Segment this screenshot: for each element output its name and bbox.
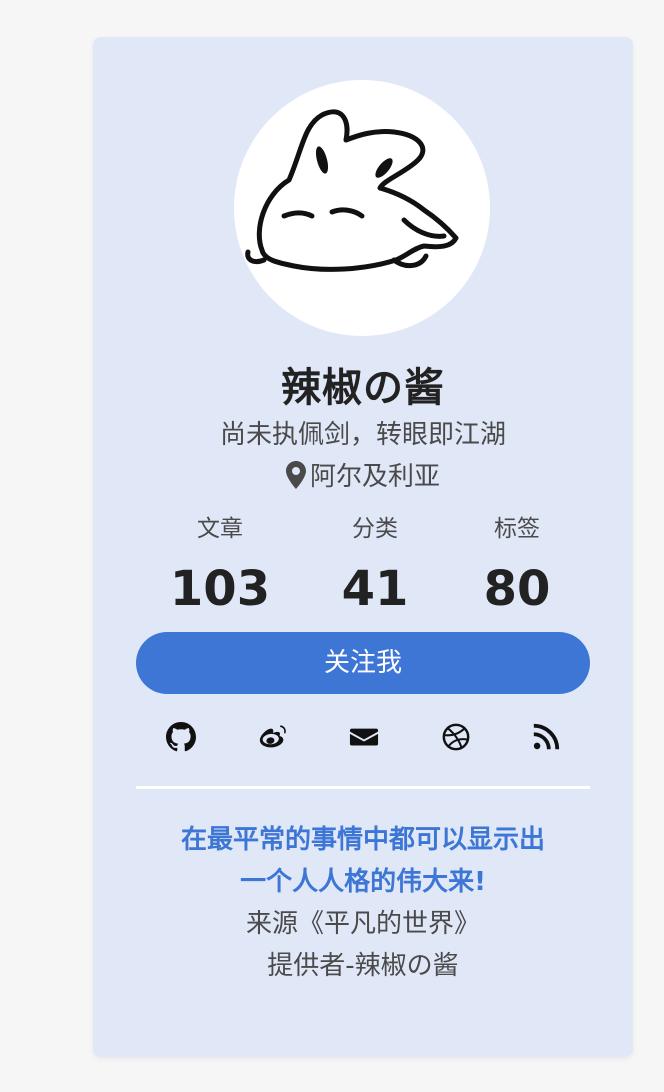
divider <box>136 786 590 789</box>
profile-motto: 尚未执佩剑，转眼即江湖 <box>219 420 506 450</box>
stat-tags[interactable]: 标签 80 <box>437 511 597 617</box>
social-links <box>136 720 590 754</box>
map-marker-icon <box>285 461 306 496</box>
location-text: 阿尔及利亚 <box>309 462 440 492</box>
stat-label: 文章 <box>197 516 243 542</box>
github-link[interactable] <box>164 720 198 754</box>
profile-name: 辣椒の酱 <box>281 365 445 411</box>
quote-line-1: 在最平常的事情中都可以显示出 <box>180 825 545 855</box>
quote-text: 在最平常的事情中都可以显示出 一个人人格的伟大来! <box>93 819 633 903</box>
quote-source: 来源《平凡的世界》 <box>245 909 480 939</box>
stat-value: 103 <box>169 561 271 617</box>
stat-label: 分类 <box>352 516 398 542</box>
stat-categories[interactable]: 分类 41 <box>295 511 455 617</box>
avatar[interactable] <box>234 80 490 336</box>
quote-source-block: 来源《平凡的世界》 提供者-辣椒の酱 <box>93 903 633 987</box>
dribbble-icon <box>442 723 470 751</box>
quote-line-2: 一个人人格的伟大来! <box>240 867 486 897</box>
github-icon <box>166 722 196 752</box>
rss-icon <box>533 723 560 750</box>
email-link[interactable] <box>347 720 381 754</box>
stat-articles[interactable]: 文章 103 <box>140 511 300 617</box>
profile-location: 阿尔及利亚 <box>93 456 633 496</box>
profile-card: 辣椒の酱 尚未执佩剑，转眼即江湖 阿尔及利亚 文章 103 分类 41 标签 8… <box>93 37 633 1057</box>
rabbit-avatar-icon <box>245 109 459 272</box>
rss-link[interactable] <box>529 720 563 754</box>
stat-value: 41 <box>341 561 409 617</box>
stat-value: 80 <box>483 561 551 617</box>
weibo-link[interactable] <box>256 720 290 754</box>
stat-label: 标签 <box>494 516 540 542</box>
weibo-icon <box>259 725 286 748</box>
envelope-icon <box>349 728 379 746</box>
quote-provider: 提供者-辣椒の酱 <box>267 951 459 981</box>
follow-button[interactable]: 关注我 <box>136 632 590 694</box>
dribbble-link[interactable] <box>439 720 473 754</box>
